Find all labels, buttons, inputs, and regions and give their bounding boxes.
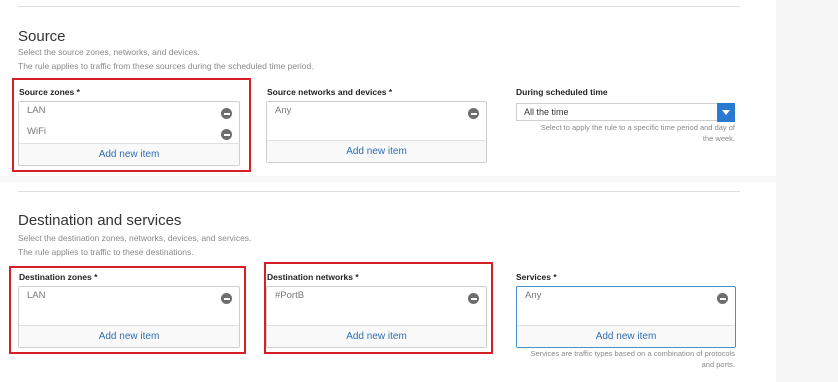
destination-networks-highlight xyxy=(264,262,493,354)
chevron-down-icon[interactable] xyxy=(717,103,735,122)
schedule-label: During scheduled time xyxy=(516,87,608,97)
list-item: Any xyxy=(267,102,486,140)
source-desc-2: The rule applies to traffic from these s… xyxy=(18,61,314,71)
schedule-select[interactable]: All the time xyxy=(516,103,735,122)
list-item: Any xyxy=(517,287,735,325)
remove-icon[interactable] xyxy=(468,108,479,119)
add-new-item-button[interactable]: Add new item xyxy=(267,140,486,162)
schedule-hint: Select to apply the rule to a specific t… xyxy=(540,123,735,143)
destination-title: Destination and services xyxy=(18,212,182,229)
destination-desc-1: Select the destination zones, networks, … xyxy=(18,233,252,243)
source-desc-1: Select the source zones, networks, and d… xyxy=(18,47,200,57)
services-hint: Services are traffic types based on a co… xyxy=(530,349,735,369)
source-networks-list: Any Add new item xyxy=(266,101,487,163)
remove-icon[interactable] xyxy=(717,293,728,304)
schedule-value: All the time xyxy=(524,107,569,117)
divider xyxy=(18,6,740,7)
services-label: Services * xyxy=(516,272,557,282)
destination-desc-2: The rule applies to traffic to these des… xyxy=(18,247,194,257)
services-list: Any Add new item xyxy=(516,286,736,348)
item-label: Any xyxy=(525,290,542,301)
source-zones-highlight xyxy=(12,78,251,172)
item-label: Any xyxy=(275,105,292,116)
divider xyxy=(18,191,740,192)
add-new-item-button[interactable]: Add new item xyxy=(517,325,735,347)
source-title: Source xyxy=(18,28,66,45)
source-networks-label: Source networks and devices * xyxy=(267,87,393,97)
destination-zones-highlight xyxy=(9,266,246,354)
